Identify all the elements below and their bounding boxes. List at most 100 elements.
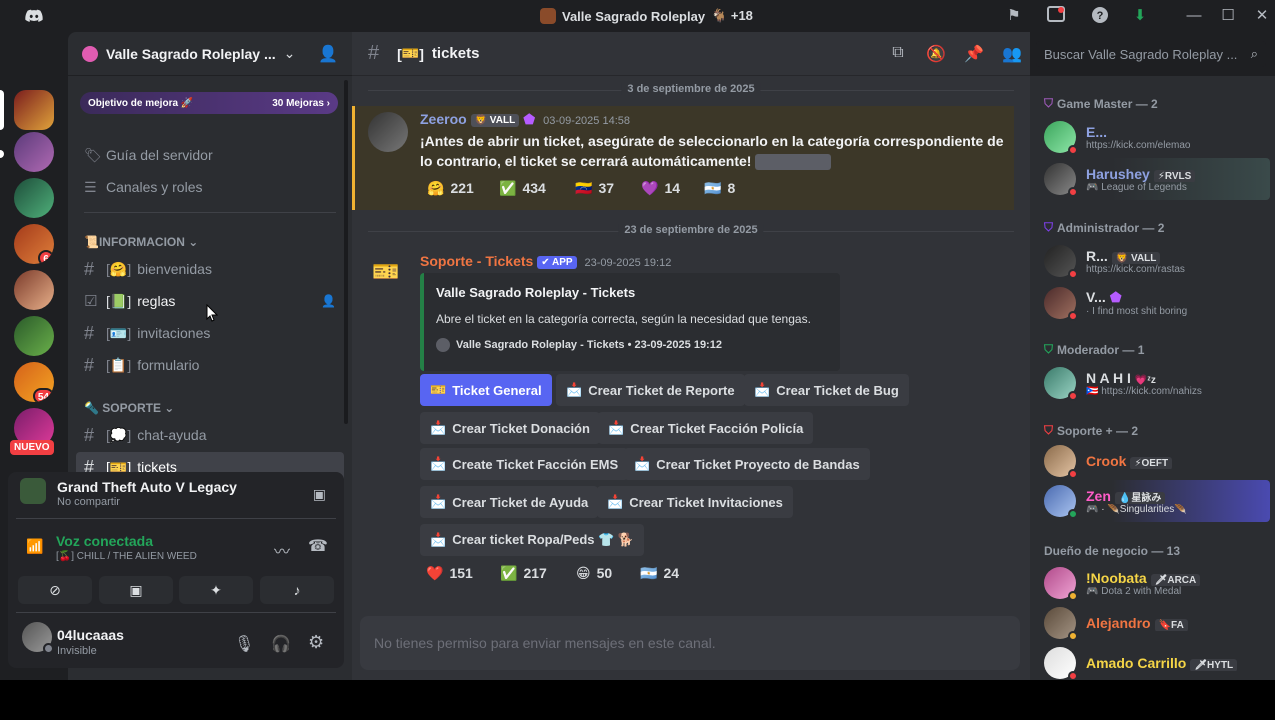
voice-status[interactable]: Voz conectada	[56, 533, 153, 549]
reaction-3[interactable]: 🇻🇪 37	[575, 175, 614, 201]
member-tag: ⚡RVLS	[1153, 169, 1196, 182]
member-item[interactable]: Amado Carrillo 🗡HYTL	[1044, 642, 1270, 680]
reaction-4[interactable]: 💜 14	[641, 175, 680, 201]
ticket-bug-button[interactable]: 📩 Crear Ticket de Bug	[744, 374, 909, 406]
ticket-bandas-button[interactable]: 📩 Crear Ticket Proyecto de Bandas	[624, 448, 870, 480]
ticket-ems-button[interactable]: 📩 Create Ticket Facción EMS	[420, 448, 629, 480]
user-avatar[interactable]	[22, 622, 54, 654]
ticket-embed: Valle Sagrado Roleplay - Tickets Abre el…	[420, 273, 840, 371]
boost-goal-label: Objetivo de mejora 🚀	[88, 97, 194, 109]
discord-logo-icon[interactable]	[24, 6, 44, 26]
channel-label: chat-ayuda	[137, 427, 207, 443]
ticket-invitaciones-button[interactable]: 📩 Crear Ticket Invitaciones	[597, 486, 793, 518]
stream-game-icon[interactable]: ▣	[313, 486, 326, 503]
minimize-icon[interactable]: —	[1184, 6, 1204, 26]
guild-tag[interactable]: 🦁 VALL	[470, 113, 520, 127]
ticket-donacion-button[interactable]: 📩 Crear Ticket Donación	[420, 412, 600, 444]
reaction-argentina[interactable]: 🇦🇷 24	[640, 560, 679, 586]
reaction-grin[interactable]: 😁 50	[576, 560, 612, 586]
window-title-suffix: 🐐 +18	[711, 8, 753, 23]
member-item[interactable]: N A H I 💗ᶻz 🇵🇷 https://kick.com/nahizs	[1044, 362, 1270, 404]
ticket-reporte-button[interactable]: 📩 Crear Ticket de Reporte	[556, 374, 745, 406]
channel-chat-ayuda[interactable]: # [💭] chat-ayuda	[76, 420, 344, 450]
pin-icon[interactable]: 📌	[964, 44, 984, 64]
member-item[interactable]: V... ⬟ · I find most shit boring	[1044, 282, 1270, 324]
server-icon-2[interactable]	[14, 132, 54, 172]
server-icon-6[interactable]	[14, 316, 54, 356]
member-item[interactable]: !Noobata 🗡ARCA 🎮 Dota 2 with Medal	[1044, 562, 1270, 604]
envelope-icon: 📩	[430, 420, 447, 435]
member-item[interactable]: R... 🦁 VALL https://kick.com/rastas	[1044, 240, 1270, 282]
member-item[interactable]: Harushey ⚡RVLS 🎮 League of Legends	[1044, 158, 1270, 200]
reaction-1[interactable]: 🤗 221	[427, 175, 474, 201]
boost-goal-bar[interactable]: Objetivo de mejora 🚀 30 Mejoras ›	[80, 92, 338, 114]
soundboard-button[interactable]: ♪	[260, 576, 334, 604]
channel-invitaciones[interactable]: # [🪪] invitaciones	[76, 318, 344, 348]
title-bar: Valle Sagrado Roleplay 🐐 +18 ⚑ ? ⬇ — ☐ ✕	[0, 0, 1275, 32]
reaction-check[interactable]: ✅ 217	[500, 560, 547, 586]
noise-suppression-icon[interactable]: 〰	[274, 538, 290, 562]
author-name[interactable]: Zeeroo	[420, 111, 467, 127]
screen-share-button[interactable]: ▣	[99, 576, 173, 604]
reaction-5[interactable]: 🇦🇷 8	[704, 175, 735, 201]
server-icon-7[interactable]: 54	[14, 362, 54, 402]
headphones-icon[interactable]: 🎧	[271, 634, 291, 654]
hash-icon: #	[84, 424, 95, 445]
message-composer[interactable]: No tienes permiso para enviar mensajes e…	[360, 616, 1020, 670]
message-zeeroo[interactable]: Zeeroo 🦁 VALL ⬟ 03-09-2025 14:58 ¡Antes …	[352, 106, 1014, 210]
inbox-flag-icon[interactable]: ⚑	[1004, 6, 1024, 26]
close-icon[interactable]: ✕	[1252, 6, 1272, 26]
author-name[interactable]: Soporte - Tickets	[420, 253, 533, 269]
server-icon-5[interactable]	[14, 270, 54, 310]
category-informacion[interactable]: 📜INFORMACION ⌄	[84, 235, 198, 249]
channels-roles-item[interactable]: ☰ Canales y roles	[76, 172, 344, 202]
divider	[16, 518, 336, 519]
invite-icon[interactable]: 👤	[321, 294, 336, 308]
reaction-2[interactable]: ✅ 434	[499, 175, 546, 201]
member-item[interactable]: Zen 💧星詠み 🎮 · 🪶Singularities🪶	[1044, 480, 1270, 522]
screen-record-icon[interactable]	[1046, 6, 1066, 26]
reaction-heart[interactable]: ❤️ 151	[426, 560, 473, 586]
member-item[interactable]: Crook ⚡OEFT	[1044, 440, 1270, 482]
author-avatar[interactable]	[368, 112, 408, 152]
channel-formulario[interactable]: # [📋] formulario	[76, 350, 344, 380]
channel-label: bienvenidas	[137, 261, 212, 277]
search-input[interactable]: Buscar Valle Sagrado Roleplay ... ⌕	[1036, 41, 1266, 67]
scrollbar[interactable]	[344, 80, 348, 424]
server-icon-valle-sagrado[interactable]	[14, 90, 54, 130]
server-header[interactable]: Valle Sagrado Roleplay ... ⌄ 👤	[68, 32, 352, 76]
member-avatar	[1044, 245, 1078, 279]
channel-bienvenidas[interactable]: # [🤗] bienvenidas	[76, 254, 344, 284]
add-member-icon[interactable]: 👤	[318, 44, 338, 64]
member-status: https://kick.com/elemao	[1086, 139, 1191, 151]
camera-off-button[interactable]: ⊘	[18, 576, 92, 604]
voice-channel[interactable]: [🍒] CHILL / THE ALIEN WEED	[56, 551, 197, 562]
member-tag: 🗡HYTL	[1190, 659, 1238, 671]
disconnect-icon[interactable]: ☎	[308, 536, 328, 556]
server-guide-item[interactable]: 🏷 Guía del servidor	[76, 140, 344, 170]
threads-icon[interactable]: ⧉	[888, 44, 908, 64]
mute-bell-icon[interactable]: 🔕	[926, 44, 946, 64]
settings-gear-icon[interactable]: ⚙	[308, 632, 324, 653]
ticket-policia-button[interactable]: 📩 Crear Ticket Facción Policía	[598, 412, 814, 444]
member-item[interactable]: Alejandro 🔖FA	[1044, 602, 1270, 644]
help-icon[interactable]: ?	[1090, 6, 1110, 26]
download-update-icon[interactable]: ⬇	[1130, 6, 1150, 26]
ticket-general-button[interactable]: 🎫 Ticket General	[420, 374, 552, 406]
server-icon-3[interactable]	[14, 178, 54, 218]
category-soporte[interactable]: 🔦 SOPORTE ⌄	[84, 401, 174, 415]
chevron-down-icon: ⌄	[283, 45, 296, 61]
activities-button[interactable]: ✦	[179, 576, 253, 604]
ticket-bot-icon[interactable]: 🎫	[372, 259, 399, 285]
microphone-icon[interactable]: 🎙	[234, 634, 254, 654]
username[interactable]: 04lucaaas	[57, 627, 124, 643]
list-icon: ☰	[84, 178, 97, 195]
ticket-ayuda-button[interactable]: 📩 Crear Ticket de Ayuda	[420, 486, 599, 518]
svg-text:?: ?	[1097, 10, 1104, 22]
member-list-icon[interactable]: 👥	[1002, 44, 1022, 64]
member-item[interactable]: E... https://kick.com/elemao	[1044, 116, 1270, 158]
server-icon-4[interactable]: 6	[14, 224, 54, 264]
maximize-icon[interactable]: ☐	[1218, 6, 1238, 26]
ticket-ropa-button[interactable]: 📩 Crear ticket Ropa/Peds 👕 🐕	[420, 524, 645, 556]
spoiler-block[interactable]	[755, 154, 832, 171]
